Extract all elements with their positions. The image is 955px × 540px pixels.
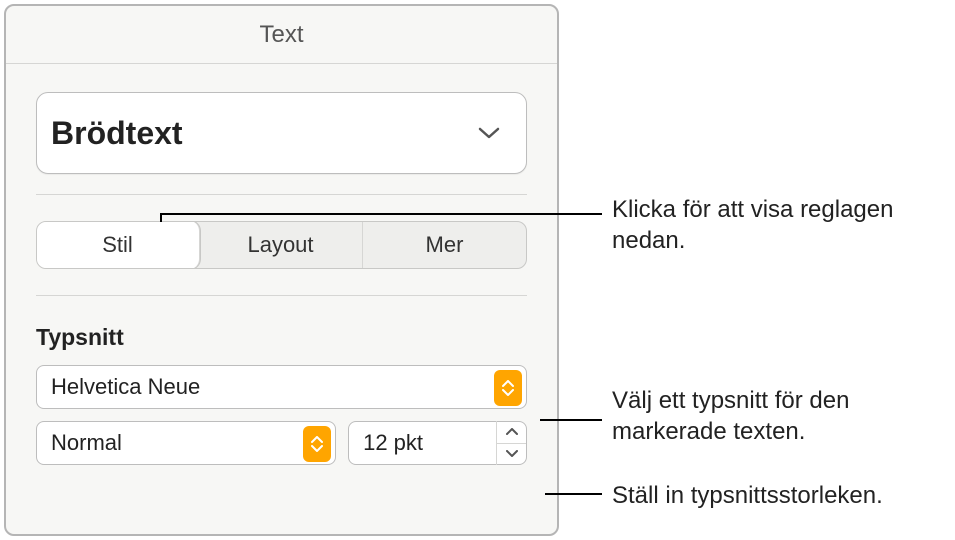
panel-title: Text <box>6 6 557 64</box>
tab-more[interactable]: Mer <box>363 222 526 268</box>
panel-title-label: Text <box>259 21 303 49</box>
tab-layout[interactable]: Layout <box>199 222 363 268</box>
tabs: Stil Layout Mer <box>36 221 527 269</box>
tab-layout-label: Layout <box>247 232 313 258</box>
font-size-value: 12 pkt <box>363 430 423 456</box>
stepper-down[interactable] <box>497 444 526 466</box>
divider <box>36 295 527 296</box>
popup-arrows-icon <box>303 426 331 462</box>
tab-more-label: Mer <box>426 232 464 258</box>
callout-line <box>160 213 602 215</box>
font-size-stepper[interactable]: 12 pkt <box>348 421 527 465</box>
divider <box>36 194 527 195</box>
tab-style-label: Stil <box>102 232 133 258</box>
font-weight-value: Normal <box>51 430 122 456</box>
popup-arrows-icon <box>494 370 522 406</box>
stepper-up[interactable] <box>497 421 526 444</box>
font-family-value: Helvetica Neue <box>51 374 200 400</box>
font-weight-select[interactable]: Normal <box>36 421 336 465</box>
callout-tabs: Klicka för att visa reglagen nedan. <box>612 194 942 256</box>
callout-line <box>540 419 602 421</box>
font-section-label: Typsnitt <box>36 324 527 351</box>
callout-line <box>545 493 602 495</box>
callout-size: Ställ in typsnittsstorleken. <box>612 480 952 511</box>
font-family-select[interactable]: Helvetica Neue <box>36 365 527 409</box>
stepper-arrows <box>496 421 526 465</box>
paragraph-style-dropdown[interactable]: Brödtext <box>36 92 527 174</box>
chevron-down-icon <box>476 125 502 141</box>
tab-style[interactable]: Stil <box>36 221 200 269</box>
text-inspector-panel: Text Brödtext Stil Layout Mer Typsnitt H… <box>4 4 559 536</box>
callout-font: Välj ett typsnitt för den markerade text… <box>612 385 942 447</box>
paragraph-style-label: Brödtext <box>51 115 183 152</box>
